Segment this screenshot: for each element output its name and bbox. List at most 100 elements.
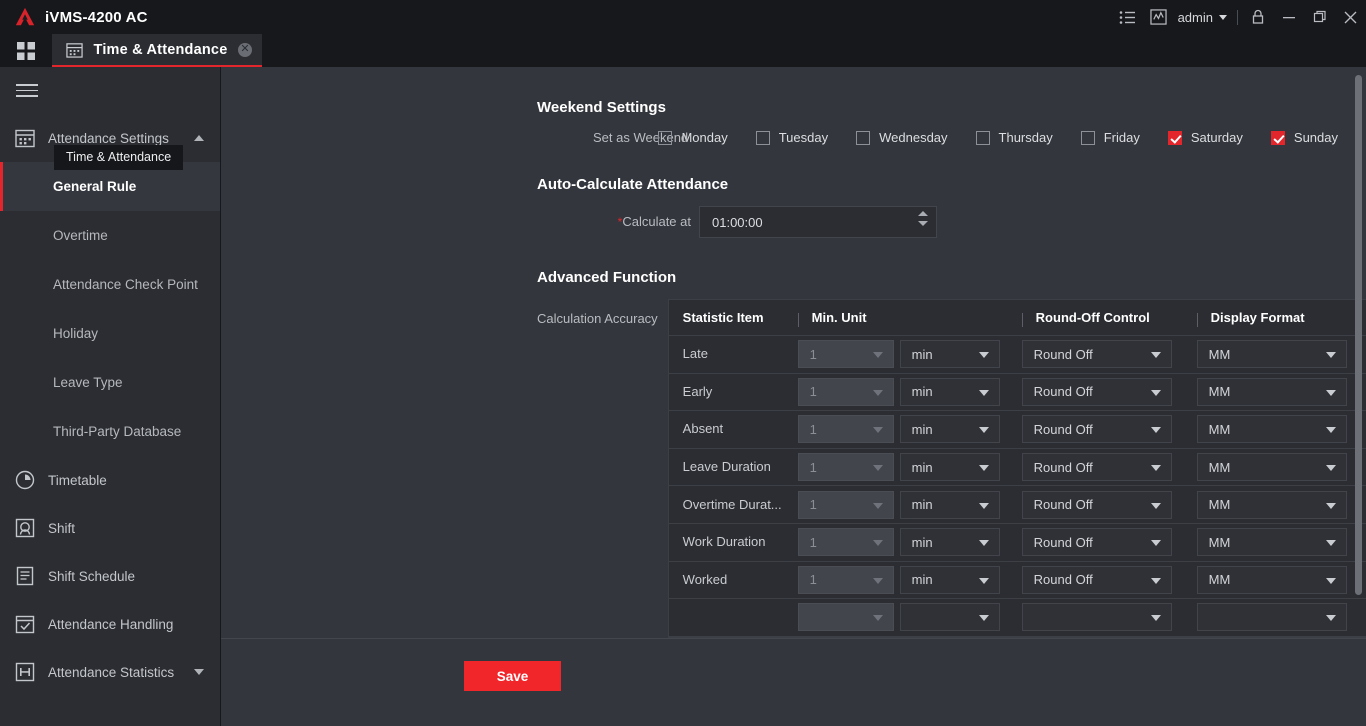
chevron-down-icon [872, 427, 883, 434]
select-unit[interactable]: min [899, 453, 1000, 482]
checkbox-label: Sunday [1293, 130, 1338, 145]
checkbox-tuesday[interactable]: Tuesday [755, 130, 829, 145]
select-min-unit[interactable]: 1 [797, 453, 894, 482]
select-value: MM [1208, 497, 1231, 513]
maximize-icon[interactable] [1304, 0, 1335, 34]
select-unit[interactable]: min [899, 377, 1000, 406]
cell-statistic-item: Work Duration [682, 534, 766, 550]
checkbox-box [1167, 130, 1182, 145]
select-min-unit[interactable]: 1 [797, 377, 894, 406]
user-menu[interactable]: admin [1174, 0, 1233, 34]
select-round-off[interactable]: Round Off [1021, 415, 1172, 444]
checkbox-friday[interactable]: Friday [1080, 130, 1140, 145]
select-unit[interactable]: min [899, 565, 1000, 594]
scrollbar-thumb[interactable] [1355, 75, 1362, 595]
lock-icon[interactable] [1242, 0, 1273, 34]
select-round-off[interactable]: Round Off [1021, 453, 1172, 482]
checkbox-wednesday[interactable]: Wednesday [856, 130, 948, 145]
select-round-off[interactable] [1021, 603, 1172, 632]
select-display-format[interactable]: MM [1196, 377, 1347, 406]
select-value: min [911, 534, 933, 550]
sidebar-item-shift-schedule[interactable]: Shift Schedule [0, 552, 220, 600]
sidebar-collapse-button[interactable] [0, 67, 220, 114]
select-min-unit[interactable] [797, 603, 894, 632]
sidebar-item-attendance-check-point[interactable]: Attendance Check Point [0, 260, 220, 309]
content-scrollbar[interactable] [1355, 75, 1362, 634]
checkbox-label: Monday [681, 130, 728, 145]
save-button[interactable]: Save [464, 661, 561, 691]
select-value: Round Off [1033, 572, 1093, 588]
select-round-off[interactable]: Round Off [1021, 340, 1172, 369]
select-unit[interactable]: min [899, 415, 1000, 444]
select-value: Round Off [1033, 459, 1093, 475]
select-value: MM [1208, 421, 1231, 437]
select-unit[interactable]: min [899, 340, 1000, 369]
minimize-icon[interactable] [1273, 0, 1304, 34]
sidebar-item-leave-type[interactable]: Leave Type [0, 358, 220, 407]
select-display-format[interactable]: MM [1196, 528, 1347, 557]
select-min-unit[interactable]: 1 [797, 340, 894, 369]
checkbox-monday[interactable]: Monday [658, 130, 728, 145]
chart-icon[interactable] [1143, 0, 1174, 34]
select-min-unit[interactable]: 1 [797, 565, 894, 594]
table-header-row: Statistic Item Min. Unit Round-Off Contr… [668, 300, 1366, 336]
close-circle-icon[interactable]: ✕ [238, 42, 252, 57]
select-display-format[interactable] [1196, 603, 1347, 632]
select-display-format[interactable]: MM [1196, 415, 1347, 444]
checkbox-thursday[interactable]: Thursday [975, 130, 1053, 145]
select-display-format[interactable]: MM [1196, 340, 1347, 369]
spinner-up-icon[interactable] [918, 211, 928, 216]
checkbox-saturday[interactable]: Saturday [1167, 130, 1243, 145]
select-display-format[interactable]: MM [1196, 490, 1347, 519]
chevron-down-icon [1150, 465, 1161, 472]
select-min-unit[interactable]: 1 [797, 415, 894, 444]
cell-statistic-item: Absent [682, 421, 724, 437]
chevron-down-icon [978, 389, 989, 396]
select-unit[interactable]: min [899, 490, 1000, 519]
body: Time & Attendance Attendance Settings Ge… [0, 67, 1366, 726]
checkbox-sunday[interactable]: Sunday [1270, 130, 1338, 145]
select-value: 1 [809, 534, 817, 550]
checkbox-label: Tuesday [778, 130, 829, 145]
table-row: Overtime Durat... 1 min Round Off MM [668, 486, 1366, 524]
sidebar-item-label: Third-Party Database [53, 424, 182, 439]
select-min-unit[interactable]: 1 [797, 528, 894, 557]
calculate-at-input[interactable]: 01:00:00 [699, 206, 937, 238]
sidebar-item-timetable[interactable]: Timetable [0, 456, 220, 504]
spinner-down-icon[interactable] [918, 221, 928, 226]
checkbox-box [755, 130, 770, 145]
sidebar-item-holiday[interactable]: Holiday [0, 309, 220, 358]
list-icon[interactable] [1112, 0, 1143, 34]
column-header-min-unit: Min. Unit [798, 310, 867, 325]
select-round-off[interactable]: Round Off [1021, 565, 1172, 594]
chevron-down-icon [1150, 615, 1161, 622]
select-round-off[interactable]: Round Off [1021, 377, 1172, 406]
select-round-off[interactable]: Round Off [1021, 490, 1172, 519]
tab-time-attendance[interactable]: Time & Attendance ✕ [52, 34, 262, 67]
select-display-format[interactable]: MM [1196, 565, 1347, 594]
select-value: 1 [809, 384, 817, 400]
weekend-settings-title: Weekend Settings [537, 99, 666, 116]
sidebar-item-overtime[interactable]: Overtime [0, 211, 220, 260]
chevron-down-icon [978, 427, 989, 434]
select-unit[interactable]: min [899, 528, 1000, 557]
select-round-off[interactable]: Round Off [1021, 528, 1172, 557]
select-unit[interactable] [899, 603, 1000, 632]
sidebar-item-attendance-statistics[interactable]: Attendance Statistics [0, 648, 220, 696]
chevron-down-icon [978, 577, 989, 584]
schedule-list-icon [16, 566, 34, 586]
sidebar-item-shift[interactable]: Shift [0, 504, 220, 552]
sidebar-item-attendance-handling[interactable]: Attendance Handling [0, 600, 220, 648]
chevron-down-icon [194, 669, 204, 675]
select-min-unit[interactable]: 1 [797, 490, 894, 519]
close-icon[interactable] [1335, 0, 1366, 34]
cell-statistic-item: Late [682, 346, 708, 362]
sidebar-item-label: Overtime [53, 228, 108, 243]
chevron-up-icon [194, 135, 204, 141]
grid-apps-icon[interactable] [0, 34, 52, 67]
footer-bar: Save [221, 638, 1366, 726]
sidebar-item-third-party-database[interactable]: Third-Party Database [0, 407, 220, 456]
select-display-format[interactable]: MM [1196, 453, 1347, 482]
cell-statistic-item: Worked [682, 571, 728, 587]
table-row: Worked 1 min Round Off MM [668, 562, 1366, 600]
